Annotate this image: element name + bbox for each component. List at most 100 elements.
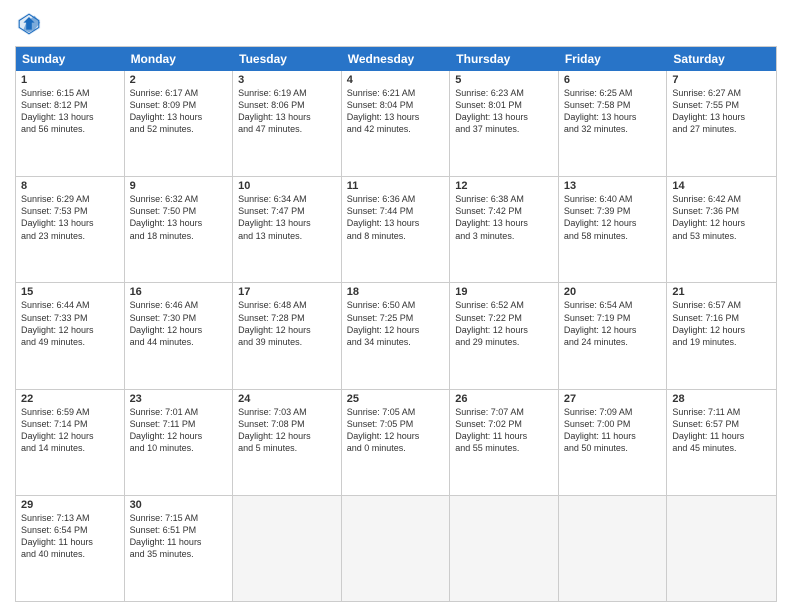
day-number: 20 bbox=[564, 286, 662, 298]
cell-text: Sunrise: 7:03 AMSunset: 7:08 PMDaylight:… bbox=[238, 406, 336, 455]
table-row bbox=[667, 496, 776, 601]
cell-text: Sunrise: 6:46 AMSunset: 7:30 PMDaylight:… bbox=[130, 299, 228, 348]
table-row: 11Sunrise: 6:36 AMSunset: 7:44 PMDayligh… bbox=[342, 177, 451, 282]
day-number: 16 bbox=[130, 286, 228, 298]
table-row: 1Sunrise: 6:15 AMSunset: 8:12 PMDaylight… bbox=[16, 71, 125, 176]
table-row: 20Sunrise: 6:54 AMSunset: 7:19 PMDayligh… bbox=[559, 283, 668, 388]
day-number: 10 bbox=[238, 180, 336, 192]
day-number: 9 bbox=[130, 180, 228, 192]
cell-text: Sunrise: 6:50 AMSunset: 7:25 PMDaylight:… bbox=[347, 299, 445, 348]
table-row: 3Sunrise: 6:19 AMSunset: 8:06 PMDaylight… bbox=[233, 71, 342, 176]
day-number: 23 bbox=[130, 393, 228, 405]
day-number: 25 bbox=[347, 393, 445, 405]
cell-text: Sunrise: 7:05 AMSunset: 7:05 PMDaylight:… bbox=[347, 406, 445, 455]
cell-text: Sunrise: 6:17 AMSunset: 8:09 PMDaylight:… bbox=[130, 87, 228, 136]
cell-text: Sunrise: 6:59 AMSunset: 7:14 PMDaylight:… bbox=[21, 406, 119, 455]
cell-text: Sunrise: 6:48 AMSunset: 7:28 PMDaylight:… bbox=[238, 299, 336, 348]
day-number: 5 bbox=[455, 74, 553, 86]
cal-week-3: 22Sunrise: 6:59 AMSunset: 7:14 PMDayligh… bbox=[16, 389, 776, 495]
day-number: 3 bbox=[238, 74, 336, 86]
day-number: 7 bbox=[672, 74, 771, 86]
day-number: 17 bbox=[238, 286, 336, 298]
cell-text: Sunrise: 6:19 AMSunset: 8:06 PMDaylight:… bbox=[238, 87, 336, 136]
table-row: 15Sunrise: 6:44 AMSunset: 7:33 PMDayligh… bbox=[16, 283, 125, 388]
cell-text: Sunrise: 6:54 AMSunset: 7:19 PMDaylight:… bbox=[564, 299, 662, 348]
cell-text: Sunrise: 6:44 AMSunset: 7:33 PMDaylight:… bbox=[21, 299, 119, 348]
day-number: 11 bbox=[347, 180, 445, 192]
cell-text: Sunrise: 6:36 AMSunset: 7:44 PMDaylight:… bbox=[347, 193, 445, 242]
table-row: 8Sunrise: 6:29 AMSunset: 7:53 PMDaylight… bbox=[16, 177, 125, 282]
cell-text: Sunrise: 6:23 AMSunset: 8:01 PMDaylight:… bbox=[455, 87, 553, 136]
table-row: 27Sunrise: 7:09 AMSunset: 7:00 PMDayligh… bbox=[559, 390, 668, 495]
cal-header-thursday: Thursday bbox=[450, 47, 559, 71]
table-row: 24Sunrise: 7:03 AMSunset: 7:08 PMDayligh… bbox=[233, 390, 342, 495]
day-number: 27 bbox=[564, 393, 662, 405]
day-number: 8 bbox=[21, 180, 119, 192]
table-row: 22Sunrise: 6:59 AMSunset: 7:14 PMDayligh… bbox=[16, 390, 125, 495]
day-number: 24 bbox=[238, 393, 336, 405]
day-number: 15 bbox=[21, 286, 119, 298]
table-row: 30Sunrise: 7:15 AMSunset: 6:51 PMDayligh… bbox=[125, 496, 234, 601]
table-row: 2Sunrise: 6:17 AMSunset: 8:09 PMDaylight… bbox=[125, 71, 234, 176]
cell-text: Sunrise: 6:29 AMSunset: 7:53 PMDaylight:… bbox=[21, 193, 119, 242]
table-row: 4Sunrise: 6:21 AMSunset: 8:04 PMDaylight… bbox=[342, 71, 451, 176]
table-row: 10Sunrise: 6:34 AMSunset: 7:47 PMDayligh… bbox=[233, 177, 342, 282]
cal-header-saturday: Saturday bbox=[667, 47, 776, 71]
cell-text: Sunrise: 7:15 AMSunset: 6:51 PMDaylight:… bbox=[130, 512, 228, 561]
day-number: 18 bbox=[347, 286, 445, 298]
cal-header-wednesday: Wednesday bbox=[342, 47, 451, 71]
table-row: 21Sunrise: 6:57 AMSunset: 7:16 PMDayligh… bbox=[667, 283, 776, 388]
table-row: 28Sunrise: 7:11 AMSunset: 6:57 PMDayligh… bbox=[667, 390, 776, 495]
cell-text: Sunrise: 7:09 AMSunset: 7:00 PMDaylight:… bbox=[564, 406, 662, 455]
table-row: 5Sunrise: 6:23 AMSunset: 8:01 PMDaylight… bbox=[450, 71, 559, 176]
cell-text: Sunrise: 6:57 AMSunset: 7:16 PMDaylight:… bbox=[672, 299, 771, 348]
cell-text: Sunrise: 6:15 AMSunset: 8:12 PMDaylight:… bbox=[21, 87, 119, 136]
table-row: 16Sunrise: 6:46 AMSunset: 7:30 PMDayligh… bbox=[125, 283, 234, 388]
table-row: 13Sunrise: 6:40 AMSunset: 7:39 PMDayligh… bbox=[559, 177, 668, 282]
table-row: 26Sunrise: 7:07 AMSunset: 7:02 PMDayligh… bbox=[450, 390, 559, 495]
cell-text: Sunrise: 7:01 AMSunset: 7:11 PMDaylight:… bbox=[130, 406, 228, 455]
header bbox=[15, 10, 777, 38]
day-number: 13 bbox=[564, 180, 662, 192]
day-number: 1 bbox=[21, 74, 119, 86]
day-number: 26 bbox=[455, 393, 553, 405]
day-number: 12 bbox=[455, 180, 553, 192]
day-number: 21 bbox=[672, 286, 771, 298]
table-row bbox=[233, 496, 342, 601]
page: SundayMondayTuesdayWednesdayThursdayFrid… bbox=[0, 0, 792, 612]
cal-week-4: 29Sunrise: 7:13 AMSunset: 6:54 PMDayligh… bbox=[16, 495, 776, 601]
table-row: 14Sunrise: 6:42 AMSunset: 7:36 PMDayligh… bbox=[667, 177, 776, 282]
cal-header-tuesday: Tuesday bbox=[233, 47, 342, 71]
cell-text: Sunrise: 6:42 AMSunset: 7:36 PMDaylight:… bbox=[672, 193, 771, 242]
cell-text: Sunrise: 7:13 AMSunset: 6:54 PMDaylight:… bbox=[21, 512, 119, 561]
table-row bbox=[559, 496, 668, 601]
table-row: 17Sunrise: 6:48 AMSunset: 7:28 PMDayligh… bbox=[233, 283, 342, 388]
table-row: 18Sunrise: 6:50 AMSunset: 7:25 PMDayligh… bbox=[342, 283, 451, 388]
cell-text: Sunrise: 7:11 AMSunset: 6:57 PMDaylight:… bbox=[672, 406, 771, 455]
table-row bbox=[342, 496, 451, 601]
logo-icon bbox=[15, 10, 43, 38]
cell-text: Sunrise: 6:32 AMSunset: 7:50 PMDaylight:… bbox=[130, 193, 228, 242]
day-number: 14 bbox=[672, 180, 771, 192]
cell-text: Sunrise: 7:07 AMSunset: 7:02 PMDaylight:… bbox=[455, 406, 553, 455]
cal-week-1: 8Sunrise: 6:29 AMSunset: 7:53 PMDaylight… bbox=[16, 176, 776, 282]
table-row: 29Sunrise: 7:13 AMSunset: 6:54 PMDayligh… bbox=[16, 496, 125, 601]
day-number: 29 bbox=[21, 499, 119, 511]
cal-week-2: 15Sunrise: 6:44 AMSunset: 7:33 PMDayligh… bbox=[16, 282, 776, 388]
day-number: 6 bbox=[564, 74, 662, 86]
cell-text: Sunrise: 6:40 AMSunset: 7:39 PMDaylight:… bbox=[564, 193, 662, 242]
cell-text: Sunrise: 6:25 AMSunset: 7:58 PMDaylight:… bbox=[564, 87, 662, 136]
table-row: 23Sunrise: 7:01 AMSunset: 7:11 PMDayligh… bbox=[125, 390, 234, 495]
table-row: 9Sunrise: 6:32 AMSunset: 7:50 PMDaylight… bbox=[125, 177, 234, 282]
cal-header-monday: Monday bbox=[125, 47, 234, 71]
calendar-body: 1Sunrise: 6:15 AMSunset: 8:12 PMDaylight… bbox=[16, 71, 776, 601]
cal-week-0: 1Sunrise: 6:15 AMSunset: 8:12 PMDaylight… bbox=[16, 71, 776, 176]
table-row bbox=[450, 496, 559, 601]
table-row: 7Sunrise: 6:27 AMSunset: 7:55 PMDaylight… bbox=[667, 71, 776, 176]
day-number: 4 bbox=[347, 74, 445, 86]
day-number: 30 bbox=[130, 499, 228, 511]
day-number: 28 bbox=[672, 393, 771, 405]
table-row: 6Sunrise: 6:25 AMSunset: 7:58 PMDaylight… bbox=[559, 71, 668, 176]
cell-text: Sunrise: 6:27 AMSunset: 7:55 PMDaylight:… bbox=[672, 87, 771, 136]
day-number: 22 bbox=[21, 393, 119, 405]
